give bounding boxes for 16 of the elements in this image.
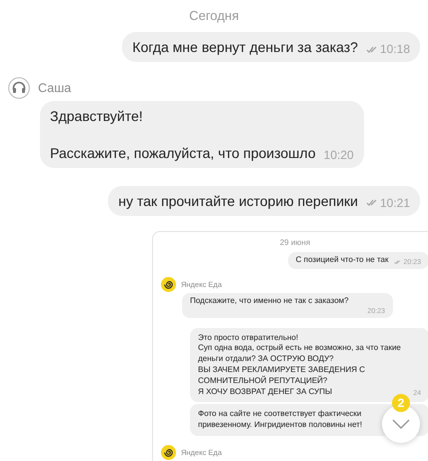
message-time: 10:21 (380, 196, 410, 210)
chevron-down-icon (392, 419, 410, 429)
message-text: Фото на сайте не соответствует фактически привезенному. Ингридиентов половины нет! (198, 409, 362, 431)
message-text: С позицией что-то не так (296, 254, 388, 266)
sender-name: Саша (38, 81, 72, 96)
message-time: 10:18 (380, 42, 410, 56)
date-divider: Сегодня (189, 8, 239, 23)
date-divider: 29 июня (280, 238, 310, 247)
message-time: 10:20 (324, 148, 354, 162)
message-text: ну так прочитайте историю перепики (118, 192, 358, 210)
spiral-logo-icon (161, 444, 176, 460)
message-text: Здравствуйте! Расскажите, пожалуйста, что произошло (50, 107, 316, 162)
headset-avatar-icon (8, 77, 30, 100)
spiral-logo-icon (161, 276, 176, 292)
message-text: Когда мне вернут деньги за заказ? (132, 38, 358, 56)
message-text: Подскажите, что именно не так с заказом? (190, 296, 350, 307)
